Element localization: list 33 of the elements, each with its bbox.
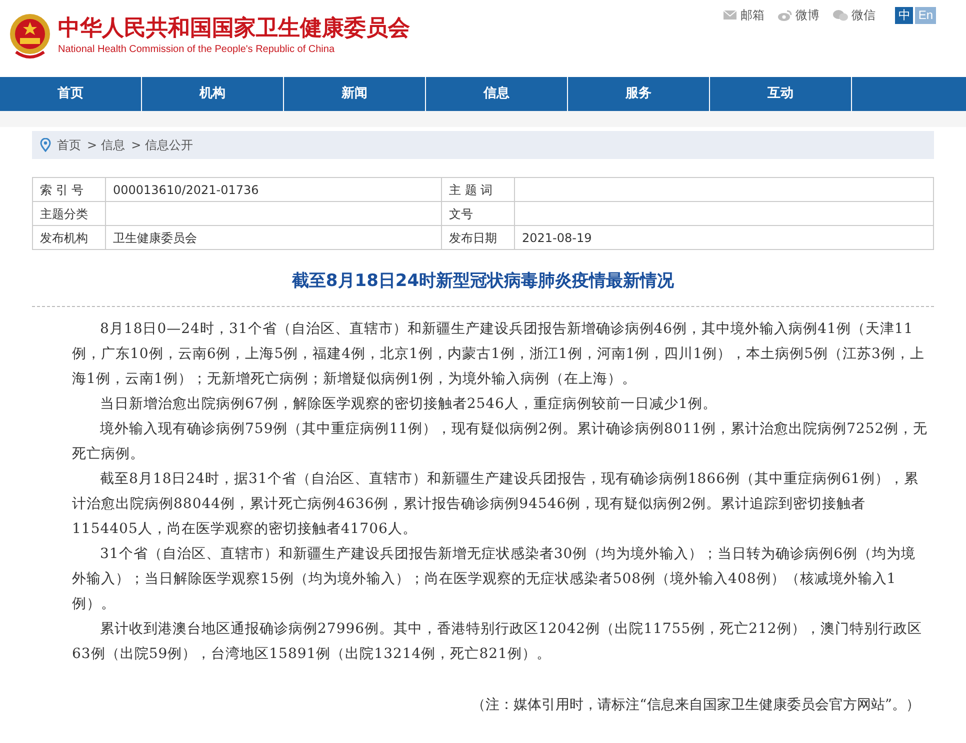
field-label-cell: 主 题 词 [442, 178, 514, 202]
site-title: 中华人民共和国国家卫生健康委员会 [58, 15, 410, 43]
field-value-cell: 2021-08-19 [514, 226, 934, 250]
mail-icon [723, 10, 738, 20]
location-pin-icon [40, 138, 51, 152]
field-label-cell: 主题分类 [32, 202, 106, 226]
breadcrumb-link[interactable]: 信息 [101, 136, 126, 154]
media-citation-note: （注：媒体引用时，请标注“信息来自国家卫生健康委员会官方网站”。） [470, 696, 921, 715]
article-paragraph: 31个省（自治区、直辖市）和新疆生产建设兵团报告新增无症状感染者30例（均为境外输入）；当日转为确诊病例6例（均为境外输入）；当日解除医学观察15例（均为境外输入）；尚在医学观察的无症状感染者508例（境外输入408例）（核减境外输入1例）。 [72, 545, 917, 614]
field-value-cell: 卫生健康委员会 [106, 226, 442, 250]
article-paragraph: 截至8月18日24时，据31个省（自治区、直辖市）和新疆生产建设兵团报告，现有确诊病例1866例（其中重症病例61例），累计治愈出院病例88044例，累计死亡病例4636例，累计报告确诊病例94546例，现有疑似病例2例。累计追踪到密切接触者1154405人，尚在医学观察的密切接触者41706人。 [72, 470, 920, 539]
article-title: 截至8月18日24时新型冠状病毒肺炎疫情最新情况 [290, 270, 676, 293]
field-label-cell: 发布机构 [32, 226, 106, 250]
article-paragraph: 8月18日0—24时，31个省（自治区、直辖市）和新疆生产建设兵团报告新增确诊病例46例，其中境外输入病例41例（天津11例，广东10例，云南6例，上海5例，福建4例，北京1例，内蒙古1例，浙江1例，河南1例，四川1例），本土病例5例（江苏3例，上海1例，云南1例）；无新增死亡病例；新增疑似病例1例，为境外输入病例（在上海）。 [72, 320, 926, 389]
breadcrumb-link[interactable]: 首页 [57, 136, 81, 154]
field-value-cell: 000013610/2021-01736 [106, 178, 442, 202]
article-paragraph: 累计收到港澳台地区通报确诊病例27996例。其中，香港特别行政区12042例（出院11755例，死亡212例），澳门特别行政区63例（出院59例），台湾地区15891例（出院13214例，死亡821例）。 [72, 620, 923, 664]
emblem-icon [8, 12, 52, 60]
article-paragraph: 当日新增治愈出院病例67例，解除医学观察的密切接触者2546人，重症病例较前一日减少1例。 [99, 395, 718, 414]
header-link[interactable]: 微博 [778, 6, 820, 24]
breadcrumb-link[interactable]: 信息公开 [145, 136, 194, 154]
eye-icon [778, 10, 792, 20]
chat-bubbles-icon [833, 10, 848, 20]
article-paragraph: 境外输入现有确诊病例759例（其中重症病例11例），现有疑似病例2例。累计确诊病例8011例，累计治愈出院病例7252例，无死亡病例。 [72, 420, 928, 464]
field-label-cell: 发布日期 [442, 226, 514, 250]
field-label-cell: 索 引 号 [32, 178, 106, 202]
header-link[interactable]: 邮箱 [723, 6, 764, 24]
language-tab[interactable]: 中 [895, 6, 914, 24]
breadcrumb-separator: > [87, 137, 98, 154]
field-label-cell: 文号 [442, 202, 514, 226]
site-subtitle: National Health Commission of the People's Republic of China [58, 43, 336, 57]
breadcrumb-separator: > [131, 137, 142, 154]
header-link[interactable]: 微信 [833, 6, 876, 24]
